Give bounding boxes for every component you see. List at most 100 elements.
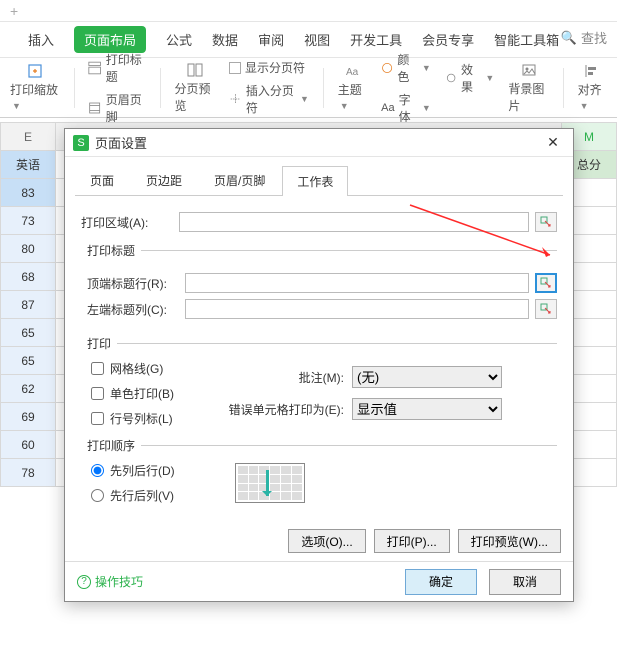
top-row-input[interactable] <box>185 273 529 293</box>
font-btn[interactable]: Aa 字体▼ <box>381 91 431 125</box>
cell[interactable]: 80 <box>1 235 56 263</box>
cell[interactable]: 65 <box>1 319 56 347</box>
show-break-btn[interactable]: 显示分页符 <box>229 59 309 76</box>
cell[interactable]: 68 <box>1 263 56 291</box>
bw-checkbox[interactable]: 单色打印(B) <box>91 385 174 402</box>
print-area-input[interactable] <box>179 212 529 232</box>
tab-1[interactable]: 页边距 <box>131 165 197 195</box>
menu-数据[interactable]: 数据 <box>212 30 238 49</box>
cell[interactable]: 62 <box>1 375 56 403</box>
comments-select[interactable]: (无) <box>352 366 502 388</box>
header-footer-btn[interactable]: 页眉页脚 <box>88 91 145 125</box>
gridlines-label: 网格线(G) <box>110 360 163 377</box>
print-zoom-group[interactable]: 打印缩放 ▼ <box>10 63 60 112</box>
cell[interactable]: 78 <box>1 459 56 487</box>
print-zoom-label: 打印缩放 <box>10 83 58 97</box>
tab-0[interactable]: 页面 <box>75 165 129 195</box>
print-title-label: 打印标题 <box>106 51 146 85</box>
tips-link[interactable]: ? 操作技巧 <box>77 573 143 590</box>
separator <box>323 68 324 108</box>
svg-text:Aa: Aa <box>346 67 359 78</box>
top-row-label: 顶端标题行(R): <box>87 275 179 292</box>
new-tab-plus[interactable]: + <box>10 3 18 19</box>
dropdown-icon: ▼ <box>12 101 21 111</box>
dropdown-icon: ▼ <box>422 63 431 73</box>
rowcol-label: 行号列标(L) <box>110 410 173 427</box>
print-area-ref-button[interactable] <box>535 212 557 232</box>
dialog-title: 页面设置 <box>95 133 541 152</box>
menu-公式[interactable]: 公式 <box>166 30 192 49</box>
comments-label: 批注(M): <box>214 369 344 386</box>
tab-2[interactable]: 页眉/页脚 <box>199 165 280 195</box>
cell[interactable]: 73 <box>1 207 56 235</box>
preview-button[interactable]: 打印预览(W)... <box>458 529 561 553</box>
cell[interactable]: 65 <box>1 347 56 375</box>
menu-插入[interactable]: 插入 <box>28 30 54 49</box>
range-select-icon <box>540 303 552 315</box>
print-zoom-icon <box>27 63 43 79</box>
theme-btn[interactable]: Aa 主题▼ <box>338 63 367 112</box>
tab-3[interactable]: 工作表 <box>282 166 348 196</box>
col-header[interactable]: E <box>1 123 56 151</box>
cell[interactable]: 87 <box>1 291 56 319</box>
insert-break-label: 插入分页符 <box>246 82 294 116</box>
align-btn[interactable]: 对齐 ▼ <box>578 63 607 112</box>
options-button[interactable]: 选项(O)... <box>288 529 365 553</box>
tips-label: 操作技巧 <box>95 573 143 590</box>
menu-会员专享[interactable]: 会员专享 <box>422 30 474 49</box>
search-label[interactable]: 查找 <box>581 28 607 47</box>
checkbox-icon <box>229 62 241 74</box>
gridlines-checkbox[interactable]: 网格线(G) <box>91 360 174 377</box>
page-setup-dialog: S 页面设置 ✕ 页面页边距页眉/页脚工作表 打印区域(A): 打印标题 顶端标… <box>64 128 574 602</box>
page-preview-icon <box>187 62 203 78</box>
theme-label: 主题 <box>338 83 362 97</box>
image-icon <box>521 62 537 78</box>
left-col-ref-button[interactable] <box>535 299 557 319</box>
cell[interactable]: 69 <box>1 403 56 431</box>
menu-页面布局[interactable]: 页面布局 <box>74 26 146 53</box>
left-col-input[interactable] <box>185 299 529 319</box>
cell[interactable]: 83 <box>1 179 56 207</box>
order-down-radio[interactable]: 先列后行(D) <box>91 462 175 479</box>
effect-btn[interactable]: 效果▼ <box>445 61 495 95</box>
print-title-icon <box>88 60 101 76</box>
range-select-icon <box>540 277 552 289</box>
print-title-btn[interactable]: 打印标题 <box>88 51 145 85</box>
errors-select[interactable]: 显示值 <box>352 398 502 420</box>
separator <box>563 68 564 108</box>
top-row-ref-button[interactable] <box>535 273 557 293</box>
cell[interactable]: 60 <box>1 431 56 459</box>
menu-开发工具[interactable]: 开发工具 <box>350 30 402 49</box>
color-btn[interactable]: 颜色 ▼ <box>381 51 431 85</box>
menu-审阅[interactable]: 审阅 <box>258 30 284 49</box>
ribbon: 打印缩放▼ 打印标题 页眉页脚 分页预览 显示分页符 插入分页符▼ Aa 主题▼ <box>0 58 617 118</box>
print-area-label: 打印区域(A): <box>81 214 173 231</box>
errors-label: 错误单元格打印为(E): <box>214 401 344 418</box>
new-tab-row: + <box>0 0 617 22</box>
order-preview-image <box>235 463 305 503</box>
menu-视图[interactable]: 视图 <box>304 30 330 49</box>
print-button[interactable]: 打印(P)... <box>374 529 450 553</box>
align-label: 对齐 <box>578 83 602 97</box>
close-button[interactable]: ✕ <box>541 134 565 151</box>
dropdown-icon: ▼ <box>580 101 589 111</box>
dropdown-icon: ▼ <box>485 73 494 83</box>
titlebar[interactable]: S 页面设置 ✕ <box>65 129 573 157</box>
color-label: 颜色 <box>397 51 415 85</box>
theme-icon: Aa <box>344 63 360 79</box>
ok-button[interactable]: 确定 <box>405 569 477 595</box>
order-over-label: 先行后列(V) <box>110 487 174 504</box>
separator <box>74 68 75 108</box>
insert-break-btn[interactable]: 插入分页符▼ <box>229 82 309 116</box>
print-title-legend: 打印标题 <box>81 242 141 259</box>
cell[interactable]: 英语 <box>1 151 56 179</box>
page-preview-btn[interactable]: 分页预览 <box>175 62 215 114</box>
dialog-content: 打印区域(A): 打印标题 顶端标题行(R): 左端标题列(C): <box>65 196 573 514</box>
bg-image-btn[interactable]: 背景图片 <box>508 62 548 114</box>
rowcol-checkbox[interactable]: 行号列标(L) <box>91 410 174 427</box>
cancel-button[interactable]: 取消 <box>489 569 561 595</box>
order-over-radio[interactable]: 先行后列(V) <box>91 487 175 504</box>
header-footer-icon <box>88 100 101 116</box>
range-select-icon <box>540 216 552 228</box>
menu-智能工具箱[interactable]: 智能工具箱 <box>494 30 559 49</box>
